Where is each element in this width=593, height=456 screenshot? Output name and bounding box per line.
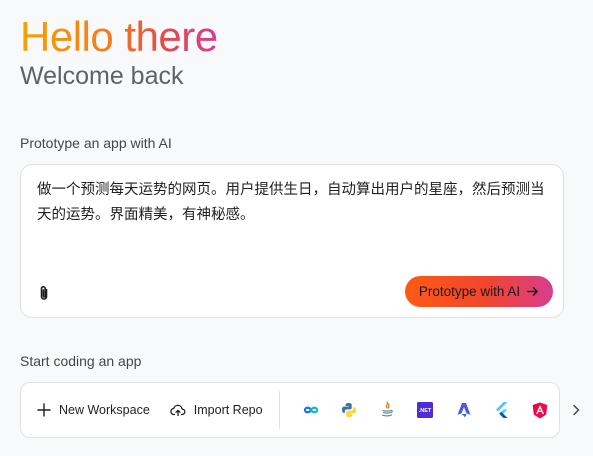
new-workspace-button[interactable]: New Workspace: [37, 383, 150, 437]
prompt-card: 做一个预测每天运势的网页。用户提供生日，自动算出用户的星座，然后预测当天的运势。…: [20, 164, 564, 318]
hero-subtitle: Welcome back: [20, 62, 184, 90]
template-angular[interactable]: [521, 383, 559, 437]
astro-icon: [457, 403, 470, 418]
divider: [278, 391, 280, 429]
template-python[interactable]: [330, 383, 368, 437]
python-icon: [341, 403, 356, 417]
arrow-right-icon: [527, 287, 538, 296]
dotnet-icon-label: .NET: [419, 408, 432, 414]
start-coding-card: New Workspace Import Repo .NET: [20, 382, 560, 438]
hero-title: Hello there: [20, 13, 218, 60]
new-workspace-label: New Workspace: [59, 403, 150, 417]
chevron-right-icon[interactable]: [566, 400, 586, 420]
prototype-button-label: Prototype with AI: [418, 284, 521, 299]
import-repo-button[interactable]: Import Repo: [170, 383, 263, 437]
template-java[interactable]: [368, 383, 406, 437]
infinity-icon: [303, 406, 318, 414]
start-coding-section-label: Start coding an app: [20, 353, 142, 369]
paperclip-icon[interactable]: [36, 284, 52, 302]
angular-icon: [532, 402, 548, 418]
prompt-input[interactable]: 做一个预测每天运势的网页。用户提供生日，自动算出用户的星座，然后预测当天的运势。…: [37, 178, 557, 228]
cloud-upload-icon: [170, 404, 186, 417]
template-idx[interactable]: [292, 383, 330, 437]
import-repo-label: Import Repo: [193, 403, 263, 417]
java-icon: [382, 401, 393, 417]
template-astro[interactable]: [444, 383, 482, 437]
plus-icon: [37, 403, 51, 417]
prototype-with-ai-button[interactable]: Prototype with AI: [405, 276, 553, 307]
flutter-icon: [496, 402, 508, 418]
template-flutter[interactable]: [483, 383, 521, 437]
prototype-section-label: Prototype an app with AI: [20, 135, 172, 151]
template-dotnet[interactable]: .NET: [406, 383, 444, 437]
dotnet-icon: .NET: [417, 402, 434, 418]
